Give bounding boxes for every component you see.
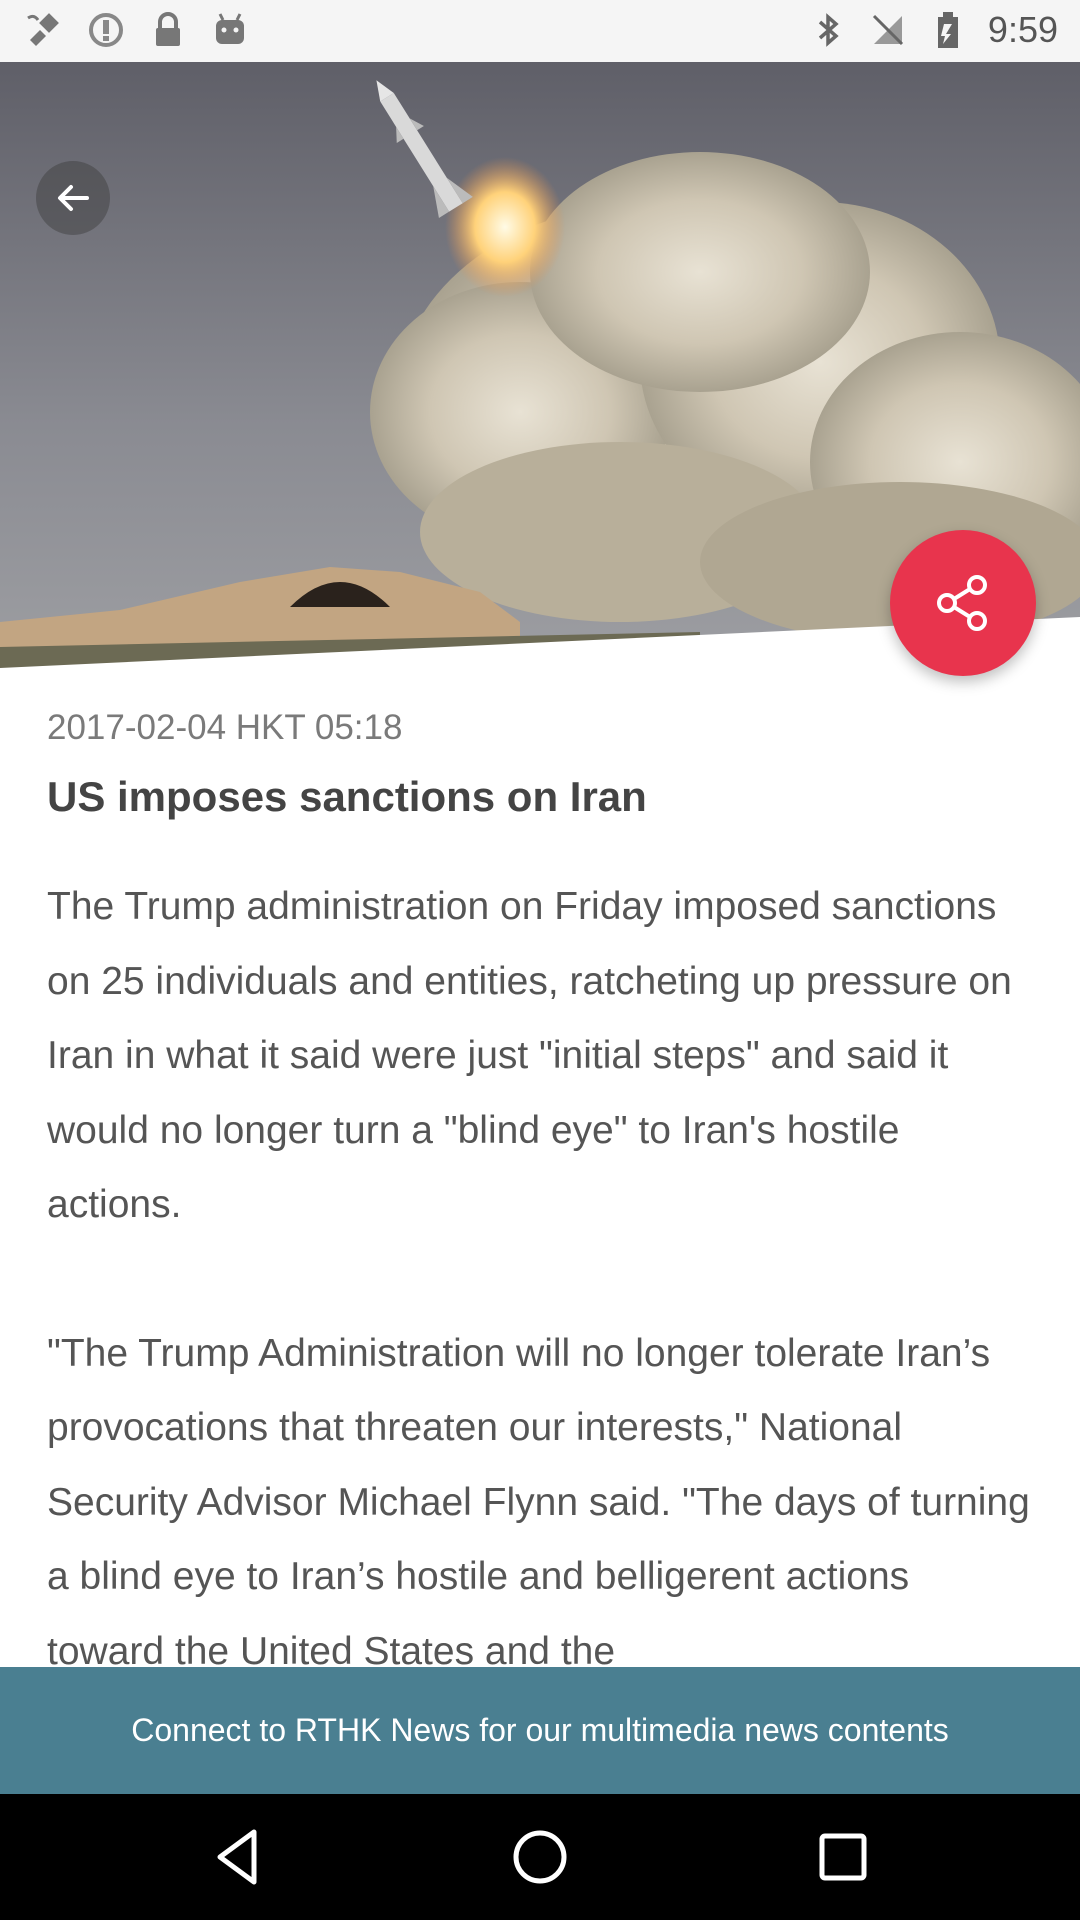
share-icon — [937, 575, 987, 631]
article-date: 2017-02-04 HKT 05:18 — [47, 708, 403, 747]
bluetooth-icon — [818, 13, 839, 47]
share-button[interactable] — [890, 530, 1036, 676]
connect-banner-text: Connect to RTHK News for our multimedia … — [131, 1712, 949, 1748]
battery-icon — [937, 12, 958, 48]
system-nav-bar — [0, 1794, 1080, 1920]
alert-circle-icon — [89, 13, 123, 47]
android-icon — [216, 13, 244, 44]
fake-gps-icon — [27, 13, 59, 46]
article-paragraph: The Trump administration on Friday impos… — [47, 885, 1012, 1226]
nav-recents-icon[interactable] — [808, 1822, 878, 1892]
article-title: US imposes sanctions on Iran — [47, 773, 647, 820]
back-button[interactable] — [36, 161, 110, 235]
article-header: 2017-02-04 HKT 05:18 US imposes sanction… — [47, 700, 1037, 826]
arrow-back-icon — [58, 185, 89, 211]
article-paragraph: "The Trump Administration will no longer… — [47, 1331, 1030, 1667]
status-bar: 9:59 — [0, 0, 1080, 62]
article-body: The Trump administration on Friday impos… — [47, 870, 1037, 1666]
connect-banner[interactable]: Connect to RTHK News for our multimedia … — [0, 1667, 1080, 1794]
lock-icon — [156, 12, 180, 46]
status-time: 9:59 — [987, 9, 1058, 50]
nav-back-icon[interactable] — [202, 1822, 272, 1892]
signal-off-icon — [872, 14, 903, 46]
nav-home-icon[interactable] — [505, 1822, 575, 1892]
